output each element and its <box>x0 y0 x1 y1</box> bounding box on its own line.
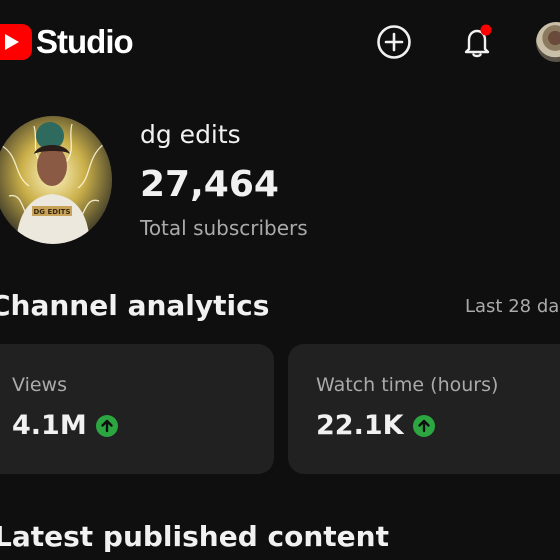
create-plus-icon <box>377 25 411 59</box>
views-value: 4.1M <box>12 410 87 441</box>
svg-text:DG EDITS: DG EDITS <box>33 208 70 216</box>
account-avatar[interactable] <box>536 22 560 62</box>
trend-up-icon <box>95 414 118 437</box>
views-label: Views <box>12 374 67 396</box>
studio-dashboard: Studio DG EDITS dg edits 27,464 Total su… <box>0 0 560 560</box>
studio-logo[interactable]: Studio <box>0 22 134 62</box>
subscriber-count: 27,464 <box>140 164 279 205</box>
subscriber-label: Total subscribers <box>140 216 308 240</box>
views-card[interactable]: Views 4.1M <box>0 344 274 474</box>
analytics-heading: Channel analytics <box>0 289 270 322</box>
latest-content-heading: Latest published content <box>0 520 389 553</box>
youtube-logo-icon <box>0 24 32 60</box>
views-value-row: 4.1M <box>12 410 118 441</box>
notification-dot <box>480 24 492 36</box>
watch-time-value: 22.1K <box>316 410 404 441</box>
analytics-period: Last 28 days <box>465 296 560 317</box>
notifications-button[interactable] <box>457 21 497 61</box>
notifications-bell-icon <box>464 24 492 58</box>
channel-name: dg edits <box>140 120 241 149</box>
trend-up-icon <box>412 414 435 437</box>
watch-time-value-row: 22.1K <box>316 410 435 441</box>
watch-time-label: Watch time (hours) <box>316 374 499 396</box>
app-name: Studio <box>36 23 134 60</box>
channel-avatar[interactable]: DG EDITS <box>0 116 112 244</box>
create-button[interactable] <box>375 23 413 61</box>
watch-time-card[interactable]: Watch time (hours) 22.1K <box>288 344 560 474</box>
